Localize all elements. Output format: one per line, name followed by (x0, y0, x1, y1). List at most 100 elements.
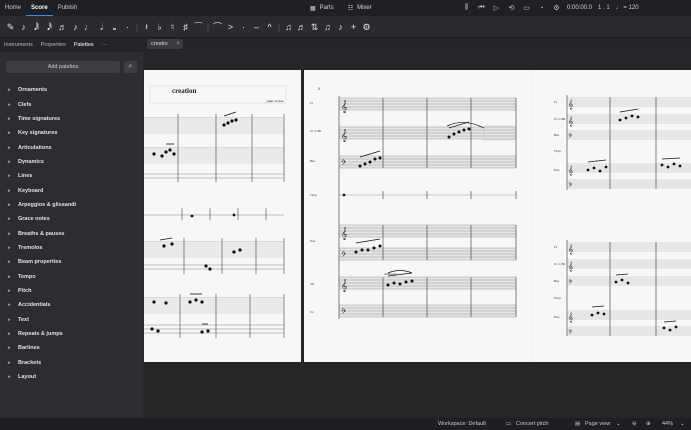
page-3-notes (586, 114, 682, 332)
page-3-staff-labels: Fl. Cl. in Bb Bsn. Timp. Pno. Fl. Cl. in… (554, 100, 566, 319)
voice-icon[interactable]: ♬ (295, 16, 308, 38)
marcato-icon[interactable]: ^ (263, 16, 276, 38)
chevron-down-icon[interactable]: ⌄ (680, 418, 685, 430)
palette-item[interactable]: ▸ Beam properties (0, 255, 143, 269)
palette-item[interactable]: ▸ Repeats & jumps (0, 327, 143, 341)
tab-publish[interactable]: Publish (53, 0, 83, 16)
chevron-right-icon: ▸ (8, 302, 11, 309)
settings-icon[interactable]: ⚙ (360, 16, 373, 38)
palette-item[interactable]: ▸ Arpeggios & glissandi (0, 198, 143, 212)
palette-item[interactable]: ▸ Articulations (0, 140, 143, 154)
tab-score[interactable]: Score (26, 0, 53, 16)
whole-note-icon[interactable]: 𝅝 (108, 16, 121, 38)
page-view-icon[interactable]: ▤ (575, 418, 580, 430)
add-palettes-button[interactable]: Add palettes (6, 61, 120, 73)
sharp-icon[interactable]: ♯ (179, 16, 192, 38)
page-view-selector[interactable]: Page view (585, 418, 610, 430)
chevron-down-icon[interactable]: ⌄ (616, 418, 621, 430)
note-input-toolbar: ✎ ♪ 𝅘𝅥𝅲 𝅘𝅥𝅱 ♬ ♪ ♩ 𝅗𝅥 𝅝 · | 𝄽 ♭ ♮ ♯ ⁀ | ⌒… (0, 16, 691, 38)
note-input-icon[interactable]: ♪ (17, 16, 30, 38)
metronome-icon[interactable]: ▭ (522, 4, 531, 12)
palette-item[interactable]: ▸ Ornaments (0, 83, 143, 97)
playback-controls: ⫼ ⏮ ▷ ⟲ ▭ ◔ ⚙ 0:00:00.0 1 . 1 ♩ = 120 (462, 0, 639, 16)
parts-button[interactable]: ▦ Parts (310, 5, 334, 12)
staff-label-bassoon-3: Bsn. (554, 279, 560, 283)
document-tab-label: creatio (151, 41, 168, 47)
16th-note-icon[interactable]: ♬ (56, 16, 69, 38)
palette-item[interactable]: ▸ Key signatures (0, 126, 143, 140)
zoom-level[interactable]: 44% (662, 418, 673, 430)
tie-icon[interactable]: ⁀ (192, 16, 205, 38)
palette-item[interactable]: ▸ Time signatures (0, 112, 143, 126)
flip-direction-icon[interactable]: ⇅ (308, 16, 321, 38)
zoom-in-icon[interactable]: ⊕ (646, 418, 651, 430)
score-view[interactable]: creation pajan sroban 8 Fl. Cl. in Bb Bs… (143, 50, 691, 418)
svg-text:𝄞: 𝄞 (568, 244, 573, 255)
document-tab[interactable]: creatio × (147, 39, 183, 49)
staff-label-flute-2: Fl. (554, 100, 557, 104)
staccato-icon[interactable]: · (237, 16, 250, 38)
natural-icon[interactable]: ♮ (166, 16, 179, 38)
beam-icon[interactable]: ♫ (321, 16, 334, 38)
staff-label-clarinet-2: Cl. in Bb (554, 117, 566, 121)
32nd-note-icon[interactable]: 𝅘𝅥𝅱 (43, 16, 56, 38)
workspace-selector[interactable]: Workspace: Default (438, 418, 486, 430)
dot-icon[interactable]: · (121, 16, 134, 38)
palette-item[interactable]: ▸ Breaths & pauses (0, 226, 143, 240)
palette-item-label: Tempo (18, 273, 36, 280)
search-icon[interactable]: ⌕ (124, 61, 137, 73)
palette-item[interactable]: ▸ Text (0, 313, 143, 327)
count-in-icon[interactable]: ◔ (537, 5, 546, 12)
tempo-display[interactable]: ♩ = 120 (616, 5, 639, 11)
palette-item-label: Time signatures (18, 115, 61, 122)
mixer-label: Mixer (357, 5, 372, 11)
loop-icon[interactable]: ⟲ (507, 4, 516, 12)
concert-pitch-toggle[interactable]: Concert pitch (516, 418, 548, 430)
pen-input-icon[interactable]: ✎ (4, 16, 17, 38)
palette-item[interactable]: ▸ Lines (0, 169, 143, 183)
svg-text:𝄢: 𝄢 (568, 133, 573, 141)
play-icon[interactable]: ▷ (492, 4, 501, 12)
close-icon[interactable]: × (176, 39, 180, 49)
64th-note-icon[interactable]: 𝅘𝅥𝅲 (30, 16, 43, 38)
tab-palettes[interactable]: Palettes (69, 38, 98, 53)
playback-settings-icon[interactable]: ⚙ (552, 4, 561, 12)
quarter-note-icon[interactable]: ♩ (82, 16, 95, 38)
tenuto-icon[interactable]: – (250, 16, 263, 38)
palette-item[interactable]: ▸ Accidentials (0, 298, 143, 312)
mixer-button[interactable]: ☷ Mixer (348, 5, 372, 12)
add-icon[interactable]: + (347, 16, 360, 38)
tab-home[interactable]: Home (0, 0, 26, 16)
grace-note-icon[interactable]: ♪ (334, 16, 347, 38)
zoom-out-icon[interactable]: ⊖ (632, 418, 637, 430)
staff-label-piano-3: Pno. (554, 315, 560, 319)
tab-properties[interactable]: Properties (37, 38, 70, 52)
page-2-clefs: 𝄞 𝄞 𝄢 𝄞 𝄢 𝄞 𝄢 (341, 100, 348, 317)
slur-icon[interactable]: ⌒ (211, 16, 224, 38)
staff-label-timpani: Timp. (310, 193, 318, 197)
tab-instruments[interactable]: Instruments (0, 38, 37, 52)
concert-pitch-icon[interactable]: ▭ (506, 418, 511, 430)
palette-item[interactable]: ▸ Keyboard (0, 183, 143, 197)
rewind-icon[interactable]: ⏮ (477, 4, 486, 12)
midi-input-icon[interactable]: ⫼ (462, 4, 471, 12)
eighth-note-icon[interactable]: ♪ (69, 16, 82, 38)
score-page-2: 8 Fl. Cl. in Bb Bsn. Timp. Pno. Vln. Vc. (304, 70, 532, 362)
page-1-beams (159, 111, 237, 325)
palette-item[interactable]: ▸ Clefs (0, 97, 143, 111)
palette-item[interactable]: ▸ Grace notes (0, 212, 143, 226)
accent-icon[interactable]: > (224, 16, 237, 38)
flat-icon[interactable]: ♭ (153, 16, 166, 38)
panel-menu-icon[interactable]: ··· (98, 38, 112, 52)
palette-item[interactable]: ▸ Tremolos (0, 241, 143, 255)
palette-item[interactable]: ▸ Pitch (0, 284, 143, 298)
rest-icon[interactable]: 𝄽 (140, 16, 153, 38)
tuplet-icon[interactable]: ♫ (282, 16, 295, 38)
palette-item[interactable]: ▸ Tempo (0, 269, 143, 283)
palette-item[interactable]: ▸ Brackets (0, 356, 143, 370)
half-note-icon[interactable]: 𝅗𝅥 (95, 16, 108, 38)
chevron-right-icon: ▸ (8, 216, 11, 223)
palette-item[interactable]: ▸ Barlines (0, 341, 143, 355)
palette-item[interactable]: ▸ Layout (0, 370, 143, 384)
palette-item[interactable]: ▸ Dynamics (0, 155, 143, 169)
